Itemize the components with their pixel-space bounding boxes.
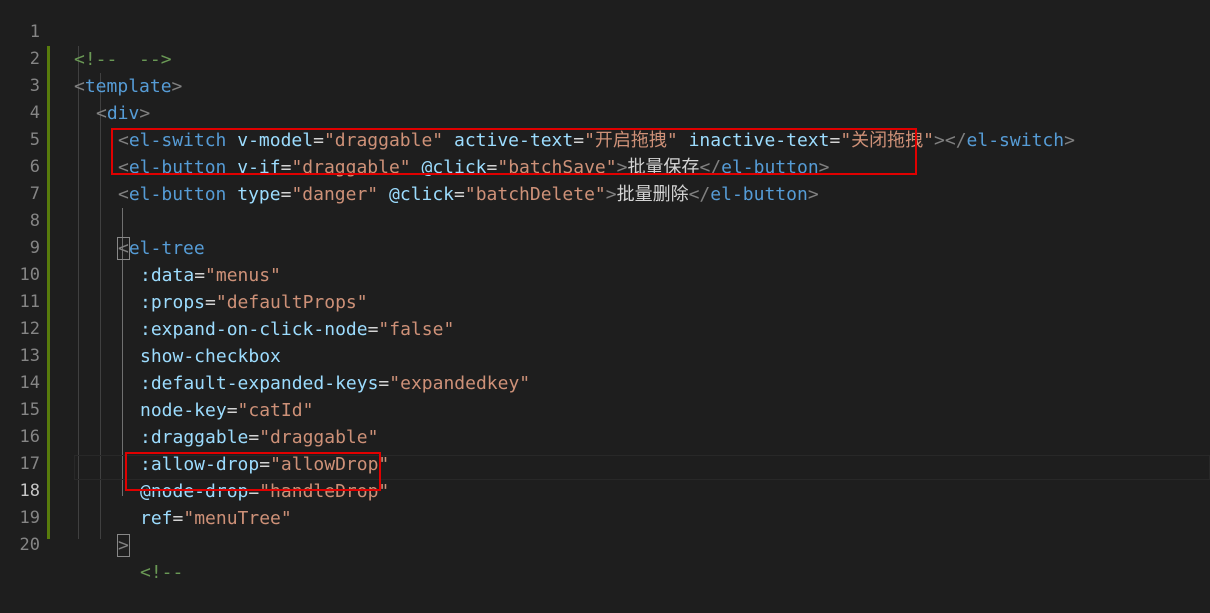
code-line[interactable]: 3 <div>: [0, 46, 1210, 124]
code-line[interactable]: 17 @node-drop="handleDrop": [0, 424, 1210, 502]
line-number: 20: [19, 535, 40, 555]
code-line[interactable]: 2 <template>: [0, 19, 1210, 97]
highlight-box-ref: [125, 452, 381, 491]
code-line[interactable]: 12 show-checkbox: [0, 289, 1210, 367]
code-line[interactable]: 9 :data="menus": [0, 208, 1210, 286]
highlight-box-batch-delete: [111, 128, 917, 175]
code-line[interactable]: 15 :draggable="draggable": [0, 370, 1210, 448]
code-line[interactable]: 1 <!-- -->: [0, 0, 1210, 70]
code-line[interactable]: 10 :props="defaultProps": [0, 235, 1210, 313]
code-line[interactable]: 16 :allow-drop="allowDrop": [0, 397, 1210, 475]
code-line[interactable]: 13 :default-expanded-keys="expandedkey": [0, 316, 1210, 394]
code-line[interactable]: 11 :expand-on-click-node="false": [0, 262, 1210, 340]
code-line[interactable]: 5 <el-button v-if="draggable" @click="ba…: [0, 100, 1210, 178]
code-line[interactable]: 14 node-key="catId": [0, 343, 1210, 421]
code-editor[interactable]: 1 <!-- --> 2 <template> 3 <div> 4 <el-sw…: [0, 0, 1210, 583]
matching-bracket: >: [117, 534, 130, 557]
code-line[interactable]: 8 <el-tree: [0, 181, 1210, 260]
code-line[interactable]: 20 <!--: [0, 505, 1210, 583]
code-line[interactable]: 4 <el-switch v-model="draggable" active-…: [0, 73, 1210, 151]
